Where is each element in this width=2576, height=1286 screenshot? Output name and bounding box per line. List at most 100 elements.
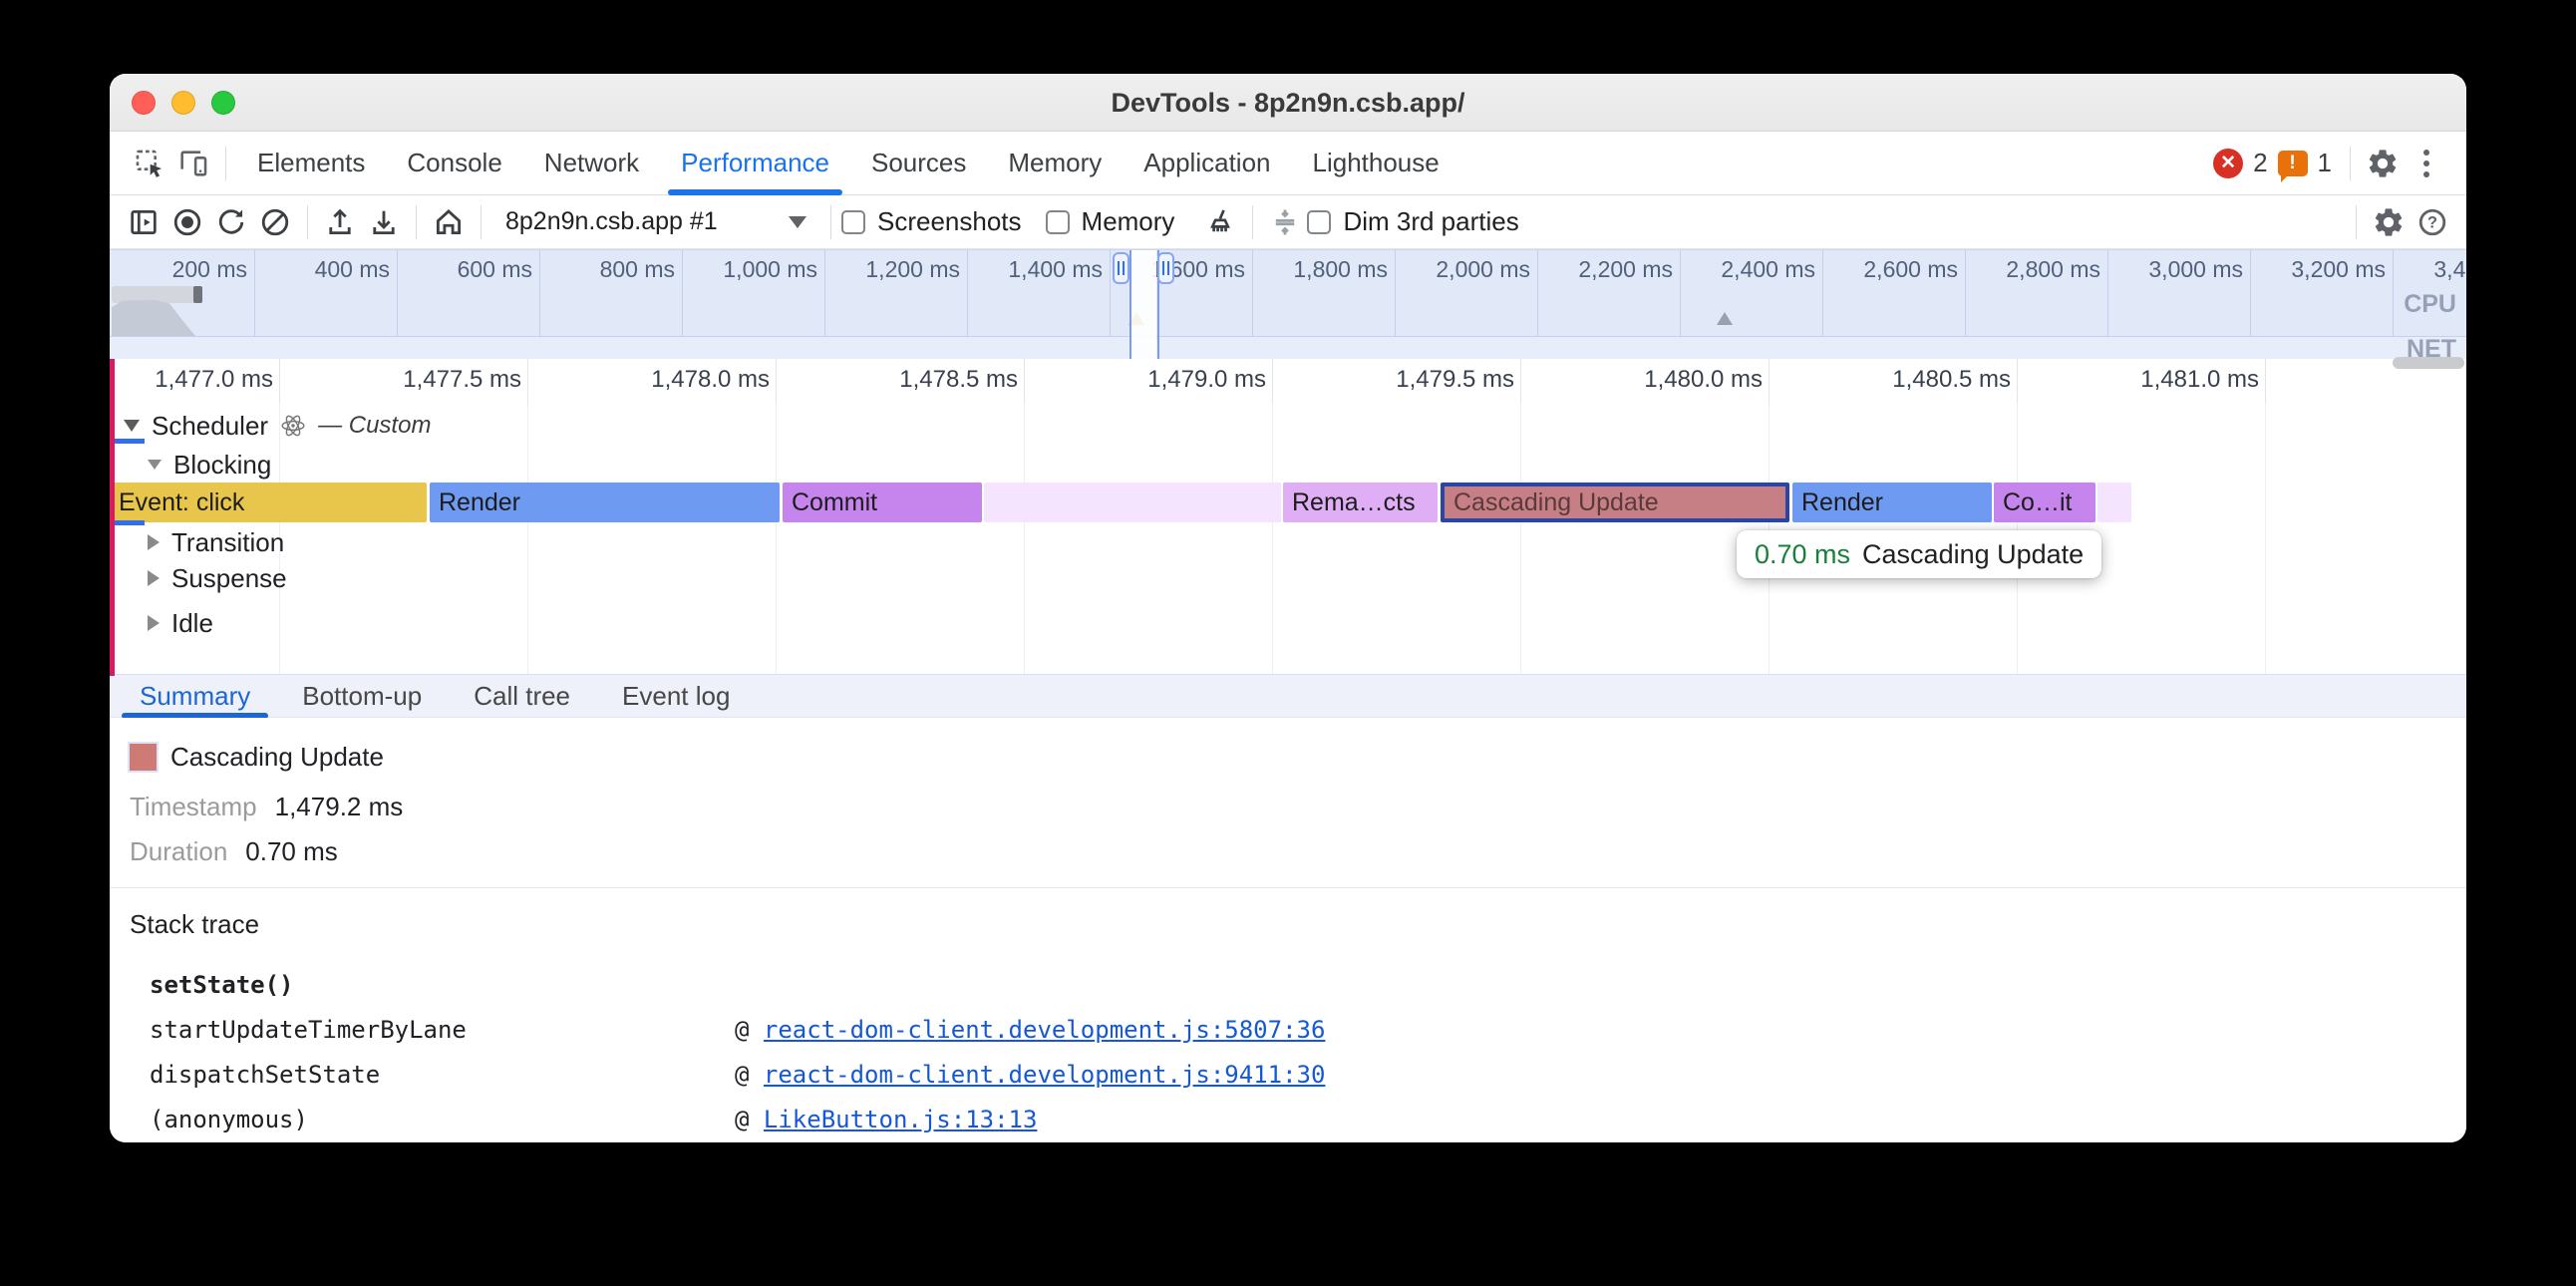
- flamechart-tracks[interactable]: Scheduler — Custom Blocking Event: click…: [110, 403, 2466, 674]
- inspect-element-icon[interactable]: [128, 142, 171, 185]
- track-edge-marker: [110, 359, 115, 676]
- event-legend: Cascading Update: [130, 742, 384, 773]
- lane-idle[interactable]: Idle: [148, 607, 213, 639]
- more-options-kebab-icon[interactable]: [2405, 142, 2448, 185]
- tab-call-tree[interactable]: Call tree: [448, 674, 596, 718]
- stack-trace-row: setState(): [110, 963, 2466, 1008]
- scheduler-track-label: Scheduler: [152, 411, 268, 442]
- timestamp-label: Timestamp: [130, 792, 257, 821]
- flame-bar[interactable]: Co…it: [1994, 482, 2095, 522]
- tab-elements[interactable]: Elements: [236, 132, 386, 195]
- collapse-sections-icon[interactable]: [1263, 200, 1307, 244]
- divider: [2356, 205, 2357, 239]
- flame-bar[interactable]: Cascading Update: [1441, 482, 1789, 522]
- memory-checkbox[interactable]: Memory: [1046, 206, 1199, 237]
- settings-gear-icon[interactable]: [2361, 142, 2405, 185]
- ruler-tick-label: 1,477.0 ms: [114, 366, 273, 394]
- selection-edge[interactable]: [1129, 250, 1131, 359]
- chevron-down-icon: [789, 216, 806, 237]
- lane-blocking[interactable]: Blocking: [148, 449, 271, 481]
- stack-function-name: startUpdateTimerByLane: [150, 1008, 467, 1053]
- divider: [307, 205, 308, 239]
- collapse-triangle-icon[interactable]: [124, 420, 140, 432]
- stack-source-link[interactable]: react-dom-client.development.js:9411:30: [764, 1061, 1326, 1089]
- tab-console[interactable]: Console: [386, 132, 522, 195]
- reload-record-icon[interactable]: [209, 200, 253, 244]
- divider: [2350, 147, 2351, 180]
- ruler-gridline: [2265, 359, 2266, 403]
- overview-tick-label: 200 ms: [110, 256, 251, 284]
- flame-bar[interactable]: Render: [430, 482, 780, 522]
- ruler-tick-label: 1,480.5 ms: [1851, 366, 2011, 394]
- timeline-overview[interactable]: 200 ms400 ms600 ms800 ms1,000 ms1,200 ms…: [110, 249, 2466, 359]
- flamechart-bars-row[interactable]: Event: clickRenderCommitRema…ctsCascadin…: [110, 482, 2466, 522]
- scrollbar-thumb[interactable]: [2393, 357, 2464, 369]
- flame-bar-filler[interactable]: [984, 482, 1281, 522]
- home-icon[interactable]: [427, 200, 471, 244]
- tab-memory[interactable]: Memory: [987, 132, 1123, 195]
- expand-triangle-icon[interactable]: [148, 615, 160, 631]
- tab-event-log[interactable]: Event log: [596, 674, 756, 718]
- divider: [481, 205, 482, 239]
- selection-right-handle[interactable]: [1157, 252, 1174, 284]
- help-icon[interactable]: ?: [2411, 200, 2454, 244]
- tab-lighthouse[interactable]: Lighthouse: [1292, 132, 1460, 195]
- expand-triangle-icon[interactable]: [148, 570, 160, 586]
- tab-sources[interactable]: Sources: [850, 132, 987, 195]
- flame-bar[interactable]: Event: click: [110, 482, 427, 522]
- issues-badges[interactable]: ✕ 2 ! 1: [2213, 148, 2332, 178]
- timestamp-row: Timestamp1,479.2 ms: [130, 792, 403, 822]
- overview-tick-label: 2,000 ms: [1385, 256, 1534, 284]
- ruler-gridline: [1272, 359, 1273, 403]
- garbage-collect-brush-icon[interactable]: [1198, 200, 1242, 244]
- legend-label: Cascading Update: [170, 742, 384, 773]
- track-focus-mark: [115, 520, 145, 525]
- flame-bar-filler[interactable]: [2097, 482, 2131, 522]
- capture-settings-gear-icon[interactable]: [2367, 200, 2411, 244]
- selection-window[interactable]: [1130, 250, 1156, 359]
- selection-left-handle[interactable]: [1113, 252, 1129, 284]
- device-toolbar-icon[interactable]: [171, 142, 215, 185]
- track-gridline: [527, 403, 528, 674]
- error-count: 2: [2253, 148, 2267, 178]
- flame-bar[interactable]: Commit: [783, 482, 982, 522]
- record-icon[interactable]: [165, 200, 209, 244]
- screenshots-checkbox[interactable]: Screenshots: [841, 206, 1046, 237]
- expand-triangle-icon[interactable]: [148, 534, 160, 550]
- at-symbol: @: [735, 1061, 764, 1089]
- upload-profile-icon[interactable]: [318, 200, 362, 244]
- target-selector-dropdown[interactable]: 8p2n9n.csb.app #1: [491, 206, 820, 237]
- details-tabbar: Summary Bottom-up Call tree Event log: [110, 674, 2466, 718]
- lane-blocking-label: Blocking: [173, 450, 271, 481]
- stack-source-link[interactable]: LikeButton.js:13:13: [764, 1106, 1038, 1133]
- flame-bar[interactable]: Render: [1792, 482, 1992, 522]
- divider: [1252, 205, 1253, 239]
- divider: [830, 205, 831, 239]
- track-gridline: [776, 403, 777, 674]
- target-selector-value: 8p2n9n.csb.app #1: [505, 207, 718, 236]
- dim-3rd-parties-checkbox[interactable]: Dim 3rd parties: [1307, 206, 1542, 237]
- ruler-gridline: [1024, 359, 1025, 403]
- tab-network[interactable]: Network: [523, 132, 660, 195]
- tab-bottom-up[interactable]: Bottom-up: [276, 674, 448, 718]
- scheduler-track-header[interactable]: Scheduler — Custom: [124, 407, 431, 445]
- lane-transition[interactable]: Transition: [148, 526, 284, 558]
- filmstrip-thumbnail-notch: [193, 286, 202, 303]
- toggle-sidebar-icon[interactable]: [122, 200, 165, 244]
- ruler-gridline: [279, 359, 280, 403]
- tab-performance[interactable]: Performance: [660, 132, 850, 195]
- download-profile-icon[interactable]: [362, 200, 406, 244]
- tab-application[interactable]: Application: [1123, 132, 1291, 195]
- screenshots-label: Screenshots: [877, 206, 1022, 237]
- stack-source-link[interactable]: react-dom-client.development.js:5807:36: [764, 1016, 1326, 1044]
- stack-function-name: setState(): [150, 963, 294, 1008]
- lane-suspense[interactable]: Suspense: [148, 562, 287, 594]
- tab-summary[interactable]: Summary: [114, 674, 276, 718]
- timeline-ruler[interactable]: 1,477.0 ms1,477.5 ms1,478.0 ms1,478.5 ms…: [110, 359, 2466, 403]
- stack-trace-title: Stack trace: [130, 909, 259, 940]
- flame-bar[interactable]: Rema…cts: [1283, 482, 1438, 522]
- devtools-window: DevTools - 8p2n9n.csb.app/ Elements Cons…: [110, 74, 2466, 1142]
- clear-icon[interactable]: [253, 200, 297, 244]
- collapse-triangle-icon[interactable]: [148, 460, 161, 470]
- lane-idle-label: Idle: [171, 608, 213, 639]
